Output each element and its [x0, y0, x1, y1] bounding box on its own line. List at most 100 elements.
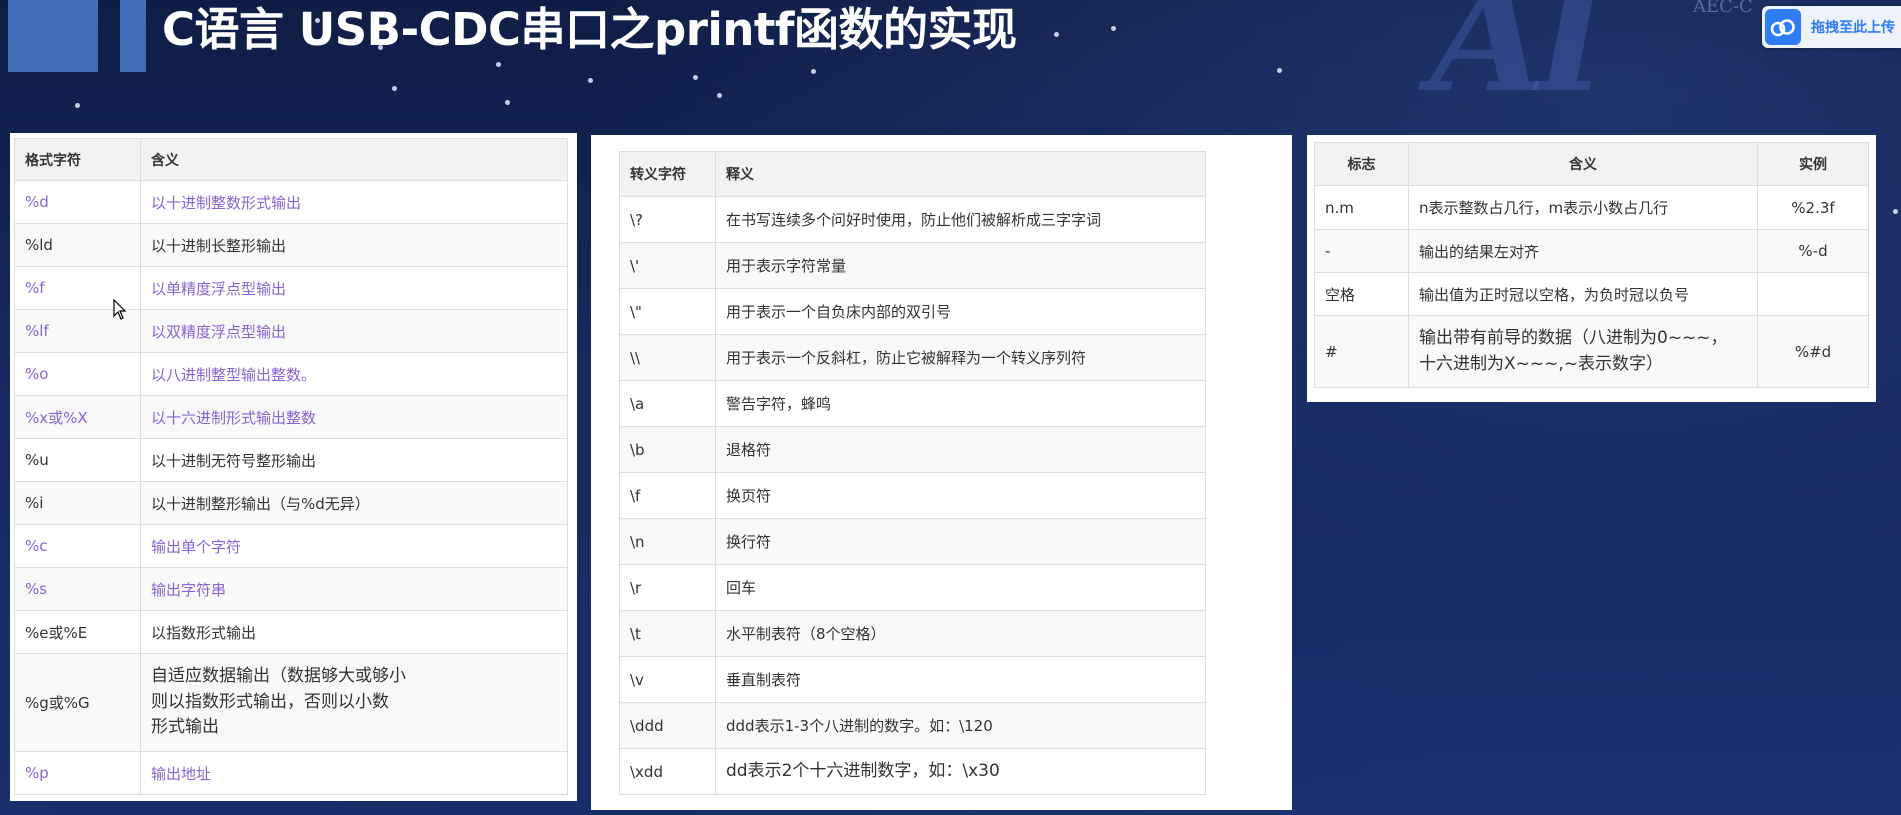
table-row: \a 警告字符，蜂鸣: [619, 380, 1206, 427]
table-row: %f 以单精度浮点型输出: [14, 266, 568, 310]
format-meaning-cell: 以十进制整数形式输出: [140, 180, 568, 224]
table-row: %d 以十进制整数形式输出: [14, 180, 568, 224]
format-meaning-cell: 输出字符串: [140, 567, 568, 611]
format-meaning-cell: 以双精度浮点型输出: [140, 309, 568, 353]
table-header-row: 转义字符 释义: [619, 151, 1206, 197]
escape-meaning-cell: 用于表示一个自负床内部的双引号: [715, 288, 1206, 335]
column-header: 实例: [1757, 142, 1869, 186]
format-meaning-cell: 输出单个字符: [140, 524, 568, 568]
format-key-cell: %p: [14, 751, 141, 795]
column-header: 含义: [1408, 142, 1758, 186]
table-row: \xdd dd表示2个十六进制数字，如：\x30: [619, 748, 1206, 795]
escape-key-cell: \": [619, 288, 716, 335]
format-key-cell: %o: [14, 352, 141, 396]
format-meaning-cell: 输出地址: [140, 751, 568, 795]
table-row: %u 以十进制无符号整形输出: [14, 438, 568, 482]
table-row: \r 回车: [619, 564, 1206, 611]
flag-example-cell: [1757, 272, 1869, 316]
flag-meaning-cell: 输出的结果左对齐: [1408, 229, 1758, 273]
format-table-panel: 格式字符 含义 %d 以十进制整数形式输出 %ld 以十进制长整形输出 %f 以单精度浮点…: [10, 133, 577, 801]
escape-meaning-cell: 退格符: [715, 426, 1206, 473]
escape-key-cell: \t: [619, 610, 716, 657]
table-header-row: 标志 含义 实例: [1314, 142, 1869, 186]
column-header: 释义: [715, 151, 1206, 197]
title-accent-bar-large: [8, 0, 98, 72]
flag-flag-cell: 空格: [1314, 272, 1409, 316]
format-table: 格式字符 含义 %d 以十进制整数形式输出 %ld 以十进制长整形输出 %f 以单精度浮点…: [14, 138, 568, 795]
cloud-icon: [1765, 9, 1801, 45]
format-meaning-cell: 以八进制整型输出整数。: [140, 352, 568, 396]
format-key-cell: %e或%E: [14, 610, 141, 654]
column-header: 格式字符: [14, 138, 141, 181]
escape-meaning-cell: dd表示2个十六进制数字，如：\x30: [715, 748, 1206, 795]
table-row: n.m n表示整数占几行，m表示小数占几行 %2.3f: [1314, 185, 1869, 230]
escape-meaning-cell: 用于表示字符常量: [715, 242, 1206, 289]
format-meaning-cell: 以十进制长整形输出: [140, 223, 568, 267]
escape-meaning-cell: 警告字符，蜂鸣: [715, 380, 1206, 427]
format-key-cell: %ld: [14, 223, 141, 267]
table-header-row: 格式字符 含义: [14, 138, 568, 181]
table-row: \\ 用于表示一个反斜杠，防止它被解释为一个转义序列符: [619, 334, 1206, 381]
table-row: %e或%E 以指数形式输出: [14, 610, 568, 654]
table-row: %ld 以十进制长整形输出: [14, 223, 568, 267]
escape-key-cell: \ddd: [619, 702, 716, 749]
table-row: %lf 以双精度浮点型输出: [14, 309, 568, 353]
format-meaning-cell: 自适应数据输出（数据够大或够小 则以指数形式输出，否则以小数 形式输出: [140, 653, 568, 752]
format-key-cell: %g或%G: [14, 653, 141, 752]
format-key-cell: %u: [14, 438, 141, 482]
column-header: 标志: [1314, 142, 1409, 186]
flag-example-cell: %2.3f: [1757, 185, 1869, 230]
table-row: %i 以十进制整形输出（与%d无异）: [14, 481, 568, 525]
format-meaning-cell: 以十进制整形输出（与%d无异）: [140, 481, 568, 525]
escape-key-cell: \b: [619, 426, 716, 473]
escape-table-panel: 转义字符 释义 \? 在书写连续多个问好时使用，防止他们被解析成三字字词 \' 用于表…: [591, 135, 1292, 810]
column-header: 转义字符: [619, 151, 716, 197]
table-row: \v 垂直制表符: [619, 656, 1206, 703]
flag-flag-cell: n.m: [1314, 185, 1409, 230]
table-row: %g或%G 自适应数据输出（数据够大或够小 则以指数形式输出，否则以小数 形式输出: [14, 653, 568, 752]
table-row: # 输出带有前导的数据（八进制为0~~~， 十六进制为X~~~,~表示数字） %#d: [1314, 315, 1869, 388]
format-key-cell: %d: [14, 180, 141, 224]
table-row: %s 输出字符串: [14, 567, 568, 611]
escape-meaning-cell: 水平制表符（8个空格）: [715, 610, 1206, 657]
table-row: %x或%X 以十六进制形式输出整数: [14, 395, 568, 439]
flag-flag-cell: #: [1314, 315, 1409, 388]
flag-meaning-cell: 输出值为正时冠以空格，为负时冠以负号: [1408, 272, 1758, 316]
format-meaning-cell: 以十六进制形式输出整数: [140, 395, 568, 439]
column-header: 含义: [140, 138, 568, 181]
table-row: \t 水平制表符（8个空格）: [619, 610, 1206, 657]
escape-key-cell: \\: [619, 334, 716, 381]
escape-key-cell: \': [619, 242, 716, 289]
escape-key-cell: \?: [619, 196, 716, 243]
escape-meaning-cell: 在书写连续多个问好时使用，防止他们被解析成三字字词: [715, 196, 1206, 243]
escape-key-cell: \v: [619, 656, 716, 703]
escape-meaning-cell: 换行符: [715, 518, 1206, 565]
format-meaning-cell: 以单精度浮点型输出: [140, 266, 568, 310]
flag-flag-cell: -: [1314, 229, 1409, 273]
table-row: 空格 输出值为正时冠以空格，为负时冠以负号: [1314, 272, 1869, 316]
escape-key-cell: \f: [619, 472, 716, 519]
escape-key-cell: \r: [619, 564, 716, 611]
flag-example-cell: %-d: [1757, 229, 1869, 273]
slide-title: C语言 USB-CDC串口之printf函数的实现: [162, 3, 1017, 56]
table-row: \' 用于表示字符常量: [619, 242, 1206, 289]
flag-meaning-cell: 输出带有前导的数据（八进制为0~~~， 十六进制为X~~~,~表示数字）: [1408, 315, 1758, 388]
table-row: \f 换页符: [619, 472, 1206, 519]
escape-meaning-cell: 用于表示一个反斜杠，防止它被解释为一个转义序列符: [715, 334, 1206, 381]
escape-key-cell: \n: [619, 518, 716, 565]
title-accent-bar-small: [120, 0, 146, 72]
table-row: %p 输出地址: [14, 751, 568, 795]
format-meaning-cell: 以指数形式输出: [140, 610, 568, 654]
upload-drop-button[interactable]: 拖拽至此上传: [1762, 6, 1901, 48]
escape-key-cell: \a: [619, 380, 716, 427]
mouse-cursor-icon: [113, 299, 127, 320]
table-row: %o 以八进制整型输出整数。: [14, 352, 568, 396]
format-key-cell: %s: [14, 567, 141, 611]
escape-meaning-cell: 回车: [715, 564, 1206, 611]
escape-meaning-cell: 垂直制表符: [715, 656, 1206, 703]
format-key-cell: %x或%X: [14, 395, 141, 439]
format-key-cell: %c: [14, 524, 141, 568]
table-row: - 输出的结果左对齐 %-d: [1314, 229, 1869, 273]
flag-table: 标志 含义 实例 n.m n表示整数占几行，m表示小数占几行 %2.3f - 输出的结果…: [1314, 142, 1869, 388]
logo-watermark-text: AEC-C: [1693, 0, 1753, 17]
